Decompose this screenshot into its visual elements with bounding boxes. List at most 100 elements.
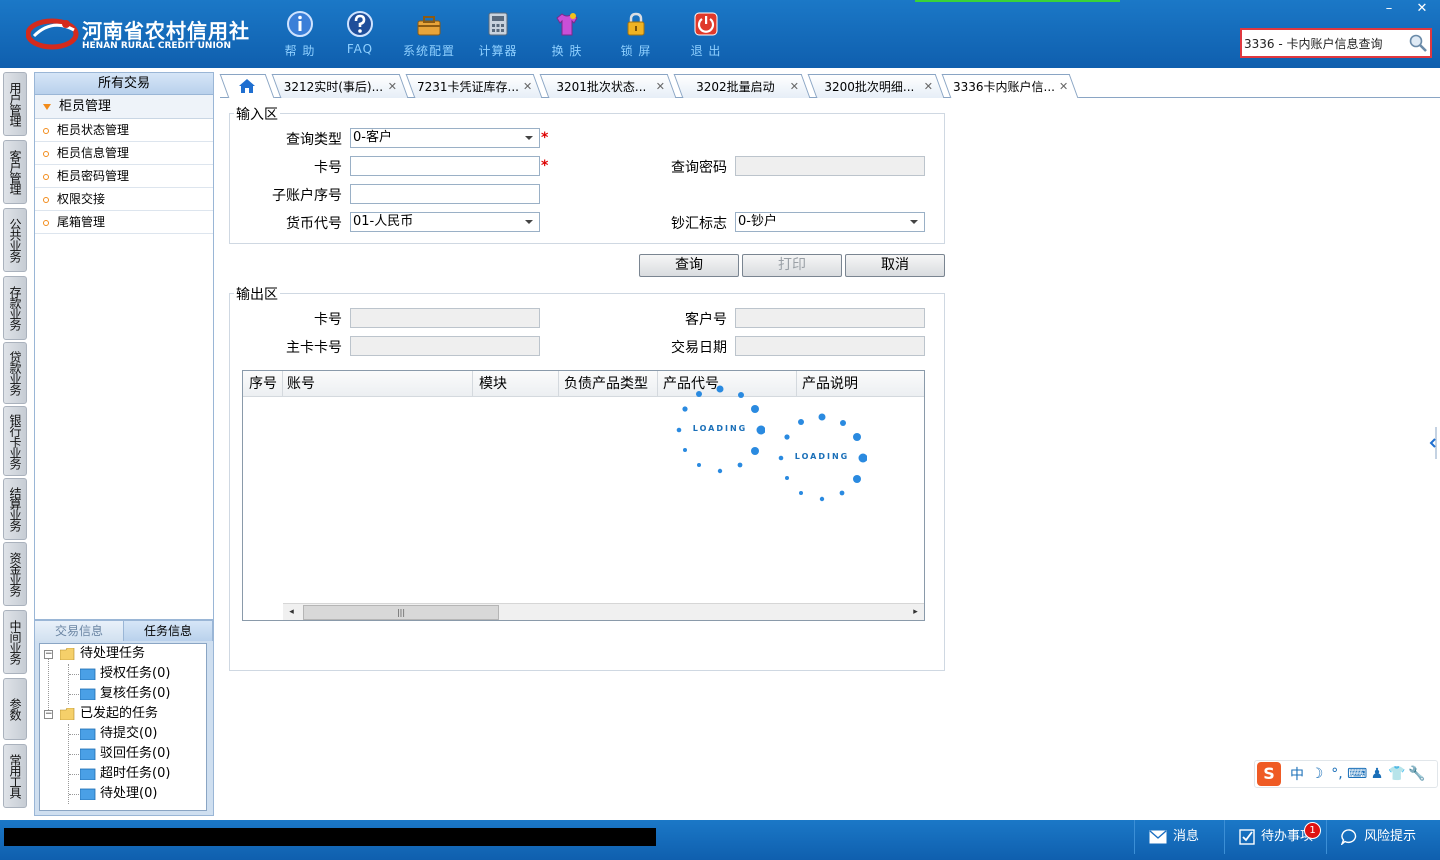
search-icon[interactable] (1408, 33, 1428, 53)
folder-icon (80, 728, 96, 740)
vtab-fund-business[interactable]: 资金业务 (3, 542, 27, 606)
shirt-icon (556, 13, 578, 36)
vtab-settlement-business[interactable]: 结算业务 (3, 478, 27, 540)
collapse-arrow-icon[interactable] (1428, 423, 1438, 463)
change-skin-button[interactable]: 换 肤 (535, 8, 599, 60)
open-folder-icon (60, 648, 75, 660)
vtab-intermediary-business[interactable]: 中间业务 (3, 610, 27, 674)
scroll-thumb[interactable]: ||| (303, 605, 499, 620)
transaction-search-input[interactable] (1242, 30, 1412, 56)
input-area-legend: 输入区 (234, 104, 280, 124)
calculator-button[interactable]: 计算器 (466, 8, 530, 60)
lock-screen-label: 锁 屏 (620, 44, 652, 58)
bullet-icon (43, 150, 49, 157)
system-config-button[interactable]: 系统配置 (397, 8, 461, 60)
trade-date-field (735, 336, 925, 356)
user-icon[interactable]: ♟ (1367, 766, 1387, 782)
scroll-right-icon[interactable]: ▸ (907, 604, 924, 620)
wrench-icon[interactable]: 🔧 (1407, 766, 1427, 782)
tree-item-teller-status[interactable]: 柜员状态管理 (35, 119, 213, 142)
tree-item-cash-box[interactable]: 尾箱管理 (35, 211, 213, 234)
tree-node-authorize-tasks[interactable]: 授权任务(0) (100, 664, 170, 684)
lock-screen-button[interactable]: 锁 屏 (604, 8, 668, 60)
task-panel: 交易信息 任务信息 − 待处理任务 授权任务(0) 复核任务(0) − 已发起的… (34, 620, 214, 816)
tree-node-initiated-tasks[interactable]: 已发起的任务 (80, 704, 158, 724)
tab-3202[interactable]: 3202批量启动 ✕ (673, 74, 811, 98)
close-icon[interactable]: ✕ (388, 80, 397, 93)
close-icon[interactable]: ✕ (790, 80, 799, 93)
close-icon[interactable]: ✕ (924, 80, 933, 93)
sub-account-input[interactable] (350, 184, 540, 204)
currency-select[interactable]: 01-人民币 (350, 212, 540, 232)
tree-node-pending[interactable]: 待处理(0) (100, 784, 157, 804)
punctuation-icon[interactable]: °, (1327, 766, 1347, 782)
all-transactions-header[interactable]: 所有交易 (35, 73, 213, 95)
vtab-customer-management[interactable]: 客户管理 (3, 140, 27, 204)
tree-node-review-tasks[interactable]: 复核任务(0) (100, 684, 170, 704)
tab-task-info[interactable]: 任务信息 (124, 621, 213, 641)
card-no-input[interactable] (350, 156, 540, 176)
collapse-toggle-icon[interactable]: − (44, 650, 53, 659)
messages-button[interactable]: 消息 (1134, 820, 1224, 854)
teller-management-group[interactable]: 柜员管理 (35, 95, 213, 119)
out-card-no-field (350, 308, 540, 328)
folder-icon (80, 668, 96, 680)
close-icon[interactable]: ✕ (656, 80, 665, 93)
tree-item-teller-password[interactable]: 柜员密码管理 (35, 165, 213, 188)
tree-node-timeout-tasks[interactable]: 超时任务(0) (100, 764, 170, 784)
minimize-button[interactable]: – (1372, 0, 1406, 18)
collapse-toggle-icon[interactable]: − (44, 710, 53, 719)
query-type-select[interactable]: 0-客户 (350, 128, 540, 148)
vtab-parameters[interactable]: 参数 (3, 678, 27, 740)
vtab-bank-card-business[interactable]: 银行卡业务 (3, 406, 27, 476)
query-password-input[interactable] (735, 156, 925, 176)
tab-3336[interactable]: 3336卡内账户信... ✕ (941, 74, 1079, 98)
logo-english-name: HENAN RURAL CREDIT UNION (82, 41, 231, 51)
vtab-deposit-business[interactable]: 存款业务 (3, 276, 27, 340)
sogou-logo-icon[interactable]: S (1257, 762, 1281, 786)
open-folder-icon (60, 708, 75, 720)
moon-icon[interactable]: ☽ (1307, 766, 1327, 782)
tab-7231[interactable]: 7231卡凭证库存... ✕ (405, 74, 543, 98)
vtab-public-business[interactable]: 公共业务 (3, 208, 27, 272)
close-icon[interactable]: ✕ (1059, 80, 1068, 93)
tree-item-permission-handover[interactable]: 权限交接 (35, 188, 213, 211)
close-window-button[interactable]: ✕ (1405, 0, 1439, 18)
bullet-icon (43, 173, 49, 180)
cash-flag-select[interactable]: 0-钞户 (735, 212, 925, 232)
col-liability-product-type[interactable]: 负债产品类型 (558, 371, 658, 397)
close-icon[interactable]: ✕ (523, 80, 532, 93)
bullet-icon (43, 127, 49, 134)
query-button[interactable]: 查询 (639, 254, 739, 277)
tree-item-teller-info[interactable]: 柜员信息管理 (35, 142, 213, 165)
calculator-icon (488, 12, 508, 36)
col-module[interactable]: 模块 (473, 371, 559, 397)
tab-3200[interactable]: 3200批次明细... ✕ (807, 74, 945, 98)
tree-node-rejected-tasks[interactable]: 驳回任务(0) (100, 744, 170, 764)
print-button[interactable]: 打印 (742, 254, 842, 277)
vtab-user-management[interactable]: 用户管理 (3, 72, 27, 136)
scroll-left-icon[interactable]: ◂ (283, 604, 300, 620)
cancel-button[interactable]: 取消 (845, 254, 945, 277)
dropdown-arrow-icon (910, 220, 918, 224)
vtab-loan-business[interactable]: 贷款业务 (3, 342, 27, 404)
tree-node-to-submit[interactable]: 待提交(0) (100, 724, 157, 744)
col-account[interactable]: 账号 (281, 371, 473, 397)
tab-transaction-info[interactable]: 交易信息 (35, 621, 124, 641)
tab-3212[interactable]: 3212实时(事后)... ✕ (271, 74, 409, 98)
tab-home[interactable] (219, 74, 275, 98)
keyboard-icon[interactable]: ⌨ (1347, 766, 1367, 782)
exit-button[interactable]: 退 出 (674, 8, 738, 60)
skin-icon[interactable]: 👕 (1387, 766, 1407, 782)
col-serial[interactable]: 序号 (243, 371, 283, 397)
required-mark: * (541, 158, 549, 174)
col-product-desc[interactable]: 产品说明 (796, 371, 924, 397)
tab-3201[interactable]: 3201批次状态... ✕ (539, 74, 677, 98)
faq-button[interactable]: FAQ (328, 8, 392, 60)
vtab-common-tools[interactable]: 常用工具 (3, 744, 27, 808)
help-button[interactable]: 帮 助 (268, 8, 332, 60)
risk-alert-button[interactable]: 风险提示 (1326, 820, 1440, 854)
horizontal-scrollbar[interactable]: ◂ ||| ▸ (283, 603, 924, 620)
ime-chinese-toggle[interactable]: 中 (1287, 764, 1307, 784)
tree-node-pending-tasks[interactable]: 待处理任务 (80, 644, 145, 664)
